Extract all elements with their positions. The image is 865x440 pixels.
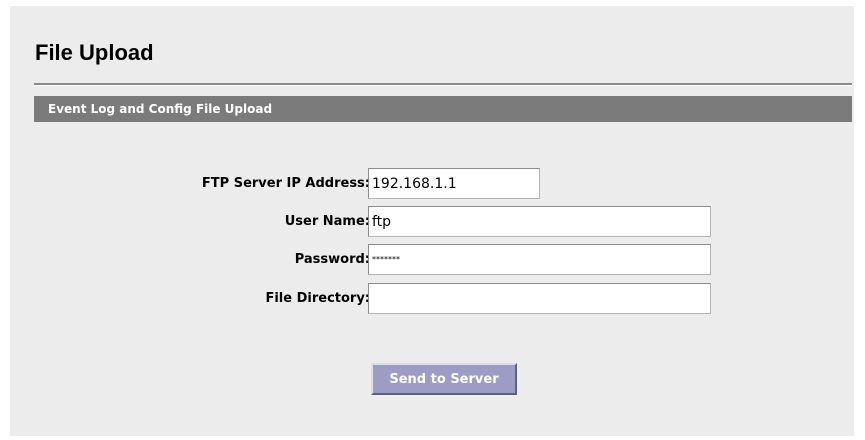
directory-label: File Directory: xyxy=(265,291,370,306)
password-input[interactable] xyxy=(368,244,711,275)
username-label-cell: User Name: xyxy=(10,207,370,237)
ftp-ip-label: FTP Server IP Address: xyxy=(201,176,370,191)
page-title: File Upload xyxy=(35,40,154,65)
directory-label-cell: File Directory: xyxy=(10,284,370,314)
send-to-server-button[interactable]: Send to Server xyxy=(371,363,517,395)
ftp-ip-input[interactable] xyxy=(368,168,540,199)
title-divider xyxy=(34,83,852,86)
username-input[interactable] xyxy=(368,206,711,237)
directory-input[interactable] xyxy=(368,283,711,314)
username-label: User Name: xyxy=(284,214,370,229)
section-header: Event Log and Config File Upload xyxy=(34,96,852,122)
ftp-ip-label-cell: FTP Server IP Address: xyxy=(10,169,370,199)
password-label: Password: xyxy=(294,252,370,267)
file-upload-panel: File Upload Event Log and Config File Up… xyxy=(10,6,854,436)
password-label-cell: Password: xyxy=(10,245,370,275)
